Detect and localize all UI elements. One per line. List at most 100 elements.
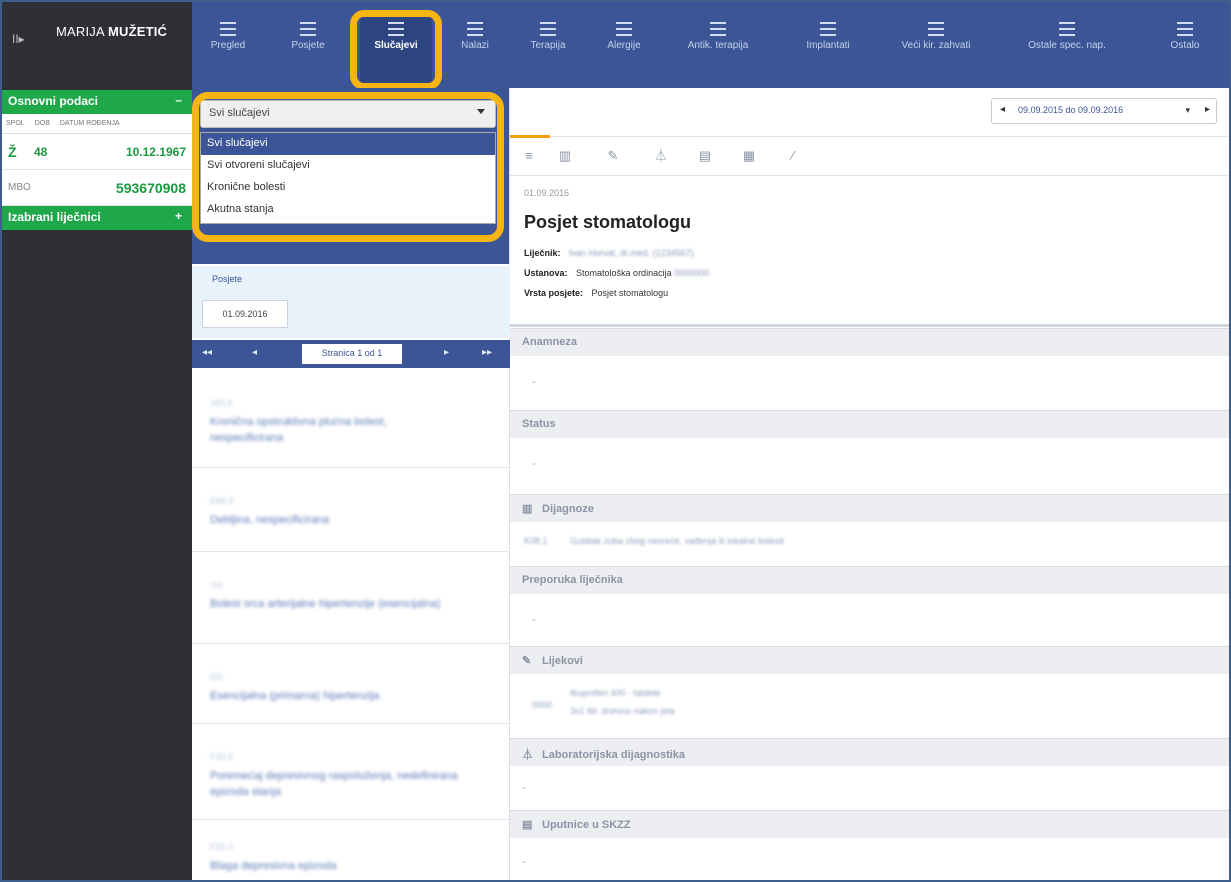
- app-window: II▸ MARIJA MUŽETIĆ Osnovni podaci – SPOL…: [0, 0, 1231, 882]
- list-icon: [928, 22, 944, 36]
- mbo-label: MBO: [8, 182, 31, 193]
- institution-row: Ustanova: Stomatološka ordinacija 000000…: [524, 268, 709, 278]
- chevron-right-icon[interactable]: ▸: [1205, 104, 1210, 115]
- list-icon: [820, 22, 836, 36]
- page-indicator: Stranica 1 od 1: [302, 344, 402, 364]
- case-text: Debljina, nespecificirana: [210, 514, 330, 526]
- institution-code: 0000000: [674, 268, 710, 278]
- chosen-doctors-header[interactable]: Izabrani liječnici +: [2, 206, 192, 230]
- col-sex: SPOL: [6, 120, 25, 127]
- nav-ostale-spec-nap[interactable]: Ostale spec. nap.: [1024, 22, 1110, 51]
- case-item[interactable]: I10 Bolest srca arterijalne hipertenzije…: [192, 552, 510, 644]
- doctor-label: Liječnik:: [524, 248, 561, 258]
- case-text: Kronična opstruktivna plućna bolest, nes…: [210, 416, 387, 444]
- empty-value: -: [532, 614, 536, 626]
- col-birth-date: DATUM ROĐENJA: [59, 120, 120, 127]
- date-range-picker[interactable]: ◂ 09.09.2015 do 09.09.2016 ▾ ▸: [991, 98, 1217, 124]
- collapse-icon[interactable]: –: [175, 93, 182, 107]
- nav-pregled[interactable]: Pregled: [200, 22, 256, 51]
- case-item[interactable]: I20 Esencijalna (primarna) hipertenzija: [192, 644, 510, 724]
- nav-antik-terapija[interactable]: Antik. terapija: [678, 22, 758, 51]
- user-block: II▸ MARIJA MUŽETIĆ: [2, 2, 192, 90]
- date-range-value: 09.09.2015 do 09.09.2016: [1018, 105, 1124, 115]
- sex-value: Ž: [8, 143, 17, 160]
- basic-data-header[interactable]: Osnovni podaci –: [2, 90, 192, 114]
- document-icon[interactable]: ▤: [698, 149, 712, 163]
- basic-data-values: Ž 48 10.12.1967: [2, 134, 192, 170]
- first-page-button[interactable]: ◂◂: [202, 347, 212, 358]
- section-title: Status: [522, 418, 556, 430]
- case-code: E66.9: [210, 496, 234, 506]
- chosen-doctors-title: Izabrani liječnici: [8, 210, 101, 224]
- case-text: Blaga depresivna epizoda: [210, 860, 337, 872]
- collapse-menu-icon[interactable]: II▸: [12, 32, 25, 46]
- cases-filter-band: Svi slučajevi Svi slučajevi Svi otvoreni…: [192, 88, 509, 264]
- case-code: F32.0: [210, 842, 234, 852]
- prev-page-button[interactable]: ◂: [252, 347, 257, 358]
- section-lijekovi: ✎ Lijekovi: [510, 646, 1229, 674]
- nav-veci-kir-zahvati[interactable]: Veći kir. zahvati: [896, 22, 976, 51]
- case-code: F32.9: [210, 752, 234, 762]
- nav-label: Implantati: [806, 40, 850, 51]
- nav-implantati[interactable]: Implantati: [796, 22, 860, 51]
- case-item[interactable]: F32.0 Blaga depresivna epizoda: [192, 820, 510, 880]
- nav-label: Ostale spec. nap.: [1028, 40, 1106, 51]
- nav-label: Antik. terapija: [687, 40, 749, 51]
- case-code: J45.9: [210, 398, 233, 408]
- highlight-frame-menu: [192, 92, 504, 242]
- nav-label: Terapija: [530, 40, 566, 51]
- document-icon: ▤: [522, 819, 533, 831]
- nav-ostalo[interactable]: Ostalo: [1160, 22, 1210, 51]
- cases-panel: Svi slučajevi Svi slučajevi Svi otvoreni…: [192, 88, 510, 880]
- basic-data-columns: SPOL DOB DATUM ROĐENJA: [2, 114, 192, 134]
- nav-nalazi[interactable]: Nalazi: [450, 22, 500, 51]
- empty-value: -: [522, 856, 526, 868]
- patient-sidebar: II▸ MARIJA MUŽETIĆ Osnovni podaci – SPOL…: [2, 2, 192, 880]
- divider: [510, 324, 1229, 327]
- diagnosis-icon[interactable]: ▥: [558, 149, 572, 163]
- case-item[interactable]: F32.9 Poremećaj depresivnog raspoloženja…: [192, 724, 510, 820]
- table-icon[interactable]: ▦: [742, 149, 756, 163]
- case-item[interactable]: J45.9 Kronična opstruktivna plućna boles…: [192, 368, 510, 468]
- next-page-button[interactable]: ▸: [444, 347, 449, 358]
- institution-label: Ustanova:: [524, 268, 568, 278]
- pill-icon[interactable]: ✎: [606, 149, 620, 163]
- nav-posjete[interactable]: Posjete: [280, 22, 336, 51]
- nav-label: Posjete: [291, 40, 325, 51]
- diagnosis-text: Gubitak zuba zbog nesreće, vađenja ili l…: [570, 536, 785, 546]
- chevron-down-icon[interactable]: ▾: [1185, 105, 1190, 116]
- nav-label: Nalazi: [461, 40, 489, 51]
- nav-alergije[interactable]: Alergije: [596, 22, 652, 51]
- birth-date-value: 10.12.1967: [125, 144, 186, 159]
- expand-icon[interactable]: +: [175, 209, 182, 223]
- list-icon: [300, 22, 316, 36]
- chevron-left-icon[interactable]: ◂: [1000, 104, 1005, 115]
- case-item[interactable]: E66.9 Debljina, nespecificirana: [192, 468, 510, 552]
- case-code: I10: [210, 580, 223, 590]
- list-icon: [220, 22, 236, 36]
- pager: ◂◂ ◂ Stranica 1 od 1 ▸ ▸▸: [192, 340, 510, 368]
- nav-label: Pregled: [210, 40, 246, 51]
- nav-label: Ostalo: [1170, 40, 1200, 51]
- section-title: Anamneza: [522, 336, 578, 348]
- edit-icon[interactable]: ⁄: [786, 149, 800, 163]
- list-icon: [616, 22, 632, 36]
- lab-icon[interactable]: ⏃: [654, 149, 668, 163]
- doctor-row: Liječnik: Ivan Horvat, dr.med. (1234567): [524, 248, 694, 258]
- visit-type-row: Vrsta posjete: Posjet stomatologu: [524, 288, 668, 298]
- diagnosis-code: K08.1: [524, 536, 548, 546]
- section-title: Uputnice u SKZZ: [542, 819, 631, 831]
- section-preporuka: Preporuka liječnika: [510, 566, 1229, 594]
- menu-icon[interactable]: ≡: [522, 149, 536, 163]
- visits-label: Posjete: [212, 274, 243, 284]
- section-title: Preporuka liječnika: [522, 574, 623, 586]
- nav-terapija[interactable]: Terapija: [520, 22, 576, 51]
- highlight-frame-nav: [350, 10, 442, 90]
- visit-type-value: Posjet stomatologu: [591, 288, 669, 298]
- visit-date-chip[interactable]: 01.09.2016: [202, 300, 288, 328]
- list-icon: [540, 22, 556, 36]
- nav-label: Alergije: [607, 40, 641, 51]
- pill-icon: ✎: [522, 655, 532, 667]
- case-code: I20: [210, 672, 223, 682]
- last-page-button[interactable]: ▸▸: [482, 347, 492, 358]
